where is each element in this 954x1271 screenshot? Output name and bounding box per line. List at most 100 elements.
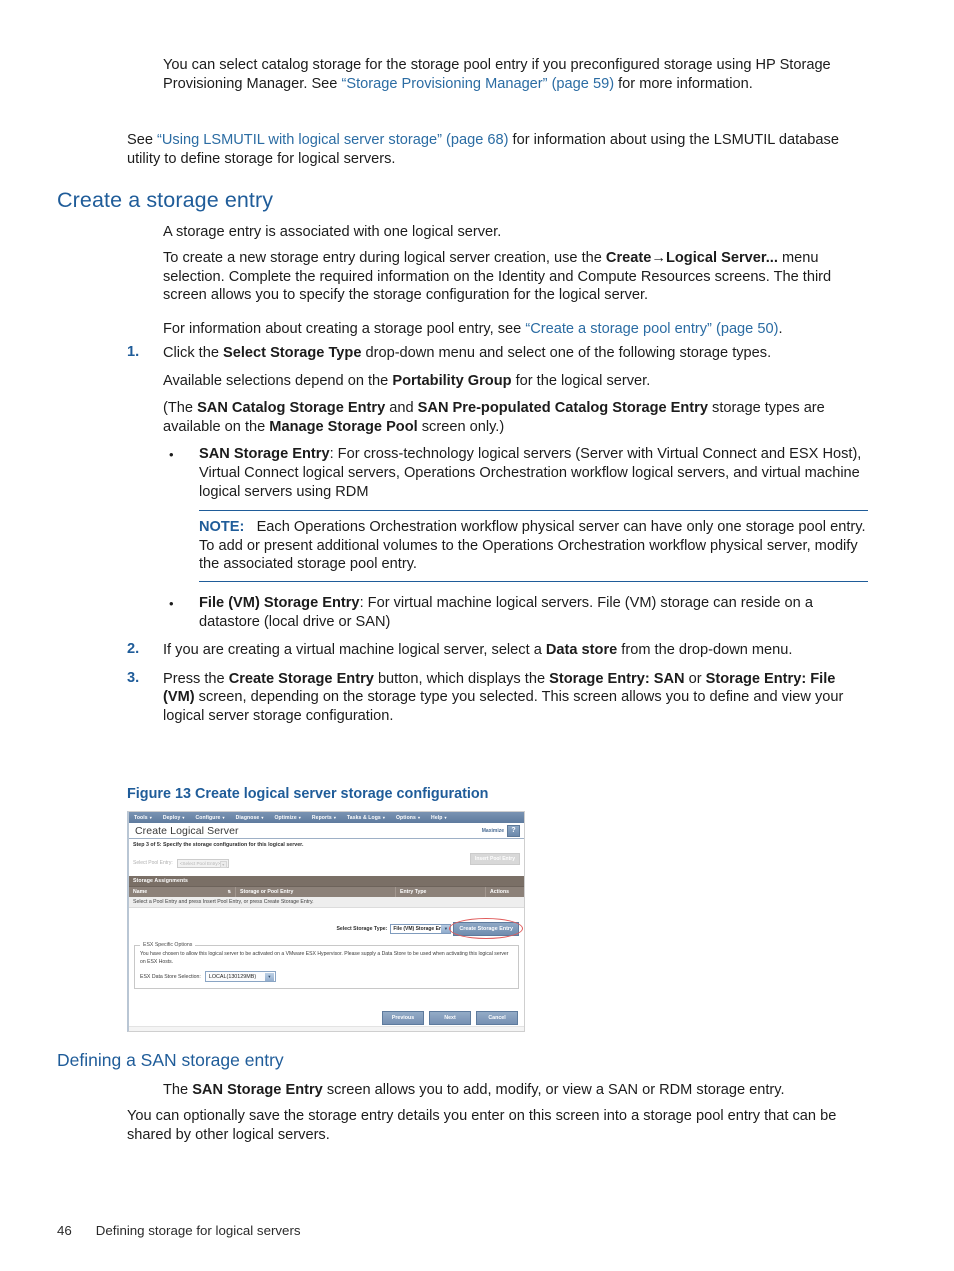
chevron-down-icon: ▾	[444, 814, 447, 820]
insert-pool-entry-button[interactable]: Insert Pool Entry	[469, 853, 520, 865]
menu-item-optimize[interactable]: Optimize ▾	[274, 815, 306, 821]
storage-assignments-title: Storage Assignments	[129, 876, 524, 886]
maximize-link[interactable]: Maximize	[482, 828, 504, 834]
screenshot-bottom-edge	[129, 1026, 524, 1031]
column-header-storage-or-pool-entry[interactable]: Storage or Pool Entry	[236, 887, 396, 897]
select-storage-type-dropdown[interactable]: File (VM) Storage Entry ▾	[390, 923, 452, 934]
titlebar-actions: Maximize ?	[482, 824, 520, 837]
intro-block: You can select catalog storage for the s…	[163, 56, 868, 106]
list-item: • File (VM) Storage Entry: For virtual m…	[163, 594, 868, 631]
term-file-vm-storage-entry: File (VM) Storage Entry	[199, 594, 360, 611]
esx-panel-legend: ESX Specific Options	[140, 942, 196, 948]
term-portability-group: Portability Group	[392, 372, 512, 389]
chevron-down-icon: ▾	[417, 814, 421, 820]
column-header-actions[interactable]: Actions	[486, 887, 524, 897]
column-header-name[interactable]: Name ⇅	[129, 887, 236, 897]
term-san-catalog-storage-entry: SAN Catalog Storage Entry	[197, 400, 386, 417]
sort-indicator-icon: ⇅	[227, 889, 231, 894]
menu-item-help[interactable]: Help ▾	[431, 815, 453, 821]
menu-label: Tools	[134, 814, 148, 821]
term-data-store: Data store	[545, 642, 618, 659]
step3-a: Press the	[163, 670, 229, 687]
note-text: Each Operations Orchestration workflow p…	[199, 519, 866, 573]
steps-list: 1. Click the Select Storage Type drop-do…	[127, 344, 868, 736]
cancel-button[interactable]: Cancel	[476, 1011, 518, 1025]
select-storage-type-row: Select Storage Type: File (VM) Storage E…	[129, 914, 524, 943]
step1-p2-a: Available selections depend on the	[163, 372, 393, 389]
help-button[interactable]: ?	[507, 824, 520, 837]
app-menubar: Tools ▾ Deploy ▾ Configure ▾ Diagnose ▾ Opti…	[129, 812, 524, 823]
menu-label: Options	[395, 814, 416, 821]
subsection-body-2: You can optionally save the storage entr…	[127, 1107, 868, 1157]
subsection-paragraph-2: You can optionally save the storage entr…	[127, 1108, 837, 1143]
column-label: Name	[133, 889, 148, 895]
menu-item-tasks-and-logs[interactable]: Tasks & Logs ▾	[347, 815, 391, 821]
term-manage-storage-pool: Manage Storage Pool	[269, 418, 418, 435]
esx-datastore-label: ESX Data Store Selection:	[140, 973, 201, 980]
note-box: NOTE: Each Operations Orchestration work…	[199, 510, 868, 582]
list-item: 3. Press the Create Storage Entry button…	[127, 670, 868, 726]
esx-panel-description: You have chosen to allow this logical se…	[140, 951, 509, 965]
step1-p1-a: Click the	[163, 345, 224, 361]
step3-or: or	[684, 670, 706, 687]
section-paragraph-1: A storage entry is associated with one l…	[163, 224, 502, 240]
menu-label: Help	[431, 814, 443, 821]
intro-para2-text-a: See	[127, 132, 158, 148]
step1-p2-c: for the logical server.	[511, 372, 651, 389]
menu-item-tools[interactable]: Tools ▾	[134, 815, 158, 821]
bullet-dot-icon: •	[169, 595, 174, 611]
next-button[interactable]: Next	[429, 1011, 471, 1025]
chevron-down-icon: ▾	[298, 814, 301, 820]
subsection-heading-defining-a-san-storage-entry: Defining a SAN storage entry	[57, 1050, 284, 1070]
step3-c: screen, depending on the storage type yo…	[163, 689, 844, 724]
create-storage-pool-entry-link[interactable]: “Create a storage pool entry” (page 50)	[525, 321, 778, 337]
step1-p3-d: screen only.)	[417, 418, 505, 435]
select-pool-entry-row: Select Pool Entry: <Select Pool Entry> ▾ …	[129, 848, 524, 872]
create-storage-entry-button[interactable]: Create Storage Entry	[453, 921, 519, 936]
menu-label: Optimize	[274, 814, 297, 821]
menu-item-deploy[interactable]: Deploy ▾	[163, 815, 191, 821]
using-lsmutil-link[interactable]: “Using LSMUTIL with logical server stora…	[157, 132, 508, 148]
esx-specific-options-panel: ESX Specific Options You have chosen to …	[134, 942, 519, 990]
bullet-dot-icon: •	[169, 447, 174, 463]
select-storage-type-label: Select Storage Type:	[336, 925, 388, 932]
section-paragraph-3: For information about creating a storage…	[163, 320, 868, 339]
storage-provisioning-manager-link[interactable]: “Storage Provisioning Manager” (page 59)	[341, 76, 614, 92]
intro-block-2: See “Using LSMUTIL with logical server s…	[127, 131, 868, 181]
term-san-prepopulated-catalog-storage-entry: SAN Pre-populated Catalog Storage Entry	[417, 400, 708, 417]
menu-item-reports[interactable]: Reports ▾	[312, 815, 342, 821]
previous-button[interactable]: Previous	[382, 1011, 424, 1025]
esx-datastore-dropdown[interactable]: LOCAL(130129MB) ▾	[204, 971, 276, 983]
wizard-button-row: Previous Next Cancel	[382, 1011, 518, 1025]
app-step-text: Step 3 of 5: Specify the storage configu…	[133, 842, 304, 848]
step2-a: If you are creating a virtual machine lo…	[163, 642, 546, 659]
menu-label: Diagnose	[235, 814, 260, 821]
esx-datastore-value: LOCAL(130129MB)	[208, 973, 257, 980]
section-heading-create-a-storage-entry: Create a storage entry	[57, 188, 274, 212]
column-header-entry-type[interactable]: Entry Type	[396, 887, 486, 897]
app-titlebar: Create Logical Server Maximize ?	[129, 823, 524, 839]
menu-item-configure[interactable]: Configure ▾	[196, 815, 231, 821]
menu-item-diagnose[interactable]: Diagnose ▾	[236, 815, 270, 821]
section-para2-a: To create a new storage entry during log…	[163, 250, 606, 266]
list-item: 2. If you are creating a virtual machine…	[127, 641, 868, 660]
term-san-storage-entry: SAN Storage Entry	[199, 446, 330, 463]
menu-label: Tasks & Logs	[346, 814, 381, 821]
menu-create: Create	[605, 250, 652, 266]
menu-arrow-icon: →	[651, 250, 666, 266]
step1-p3-mid: and	[385, 400, 418, 417]
step1-paragraph-2: Available selections depend on the Porta…	[163, 372, 868, 391]
menu-item-options[interactable]: Options ▾	[396, 815, 426, 821]
chevron-down-icon: ▾	[264, 973, 274, 982]
menu-label: Deploy	[162, 814, 181, 821]
chevron-down-icon: ▾	[441, 924, 451, 933]
select-pool-entry-dropdown[interactable]: <Select Pool Entry> ▾	[176, 858, 229, 868]
select-storage-type-value: File (VM) Storage Entry	[393, 925, 449, 932]
storage-assignments-panel: Storage Assignments Name ⇅ Storage or Poo…	[129, 876, 524, 908]
chevron-down-icon: ▾	[222, 814, 225, 820]
step2-c: from the drop-down menu.	[617, 642, 793, 659]
footer-section-title: Defining storage for logical servers	[95, 1223, 301, 1238]
document-page: You can select catalog storage for the s…	[0, 0, 954, 1271]
step3-mid: button, which displays the	[373, 670, 550, 687]
app-page-title: Create Logical Server	[135, 824, 239, 837]
